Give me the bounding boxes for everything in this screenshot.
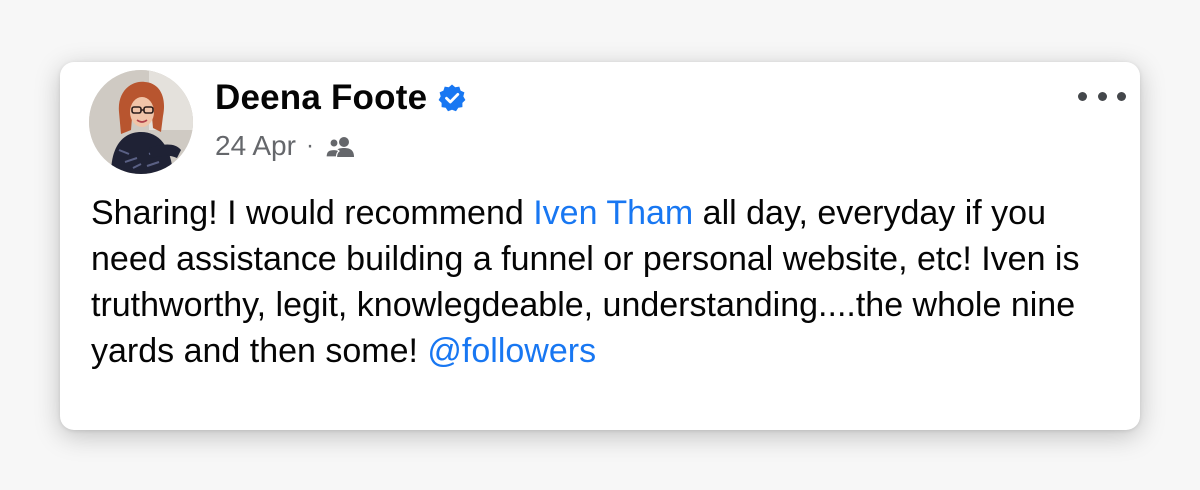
more-options-icon <box>1078 91 1087 101</box>
post-text-segment: Sharing! I would recommend <box>91 194 534 232</box>
more-options-icon-dot <box>1117 91 1126 101</box>
avatar[interactable] <box>89 70 193 174</box>
page-background: Deena Foote 24 Apr · Sharing! I would re… <box>0 0 1200 490</box>
verified-badge-icon <box>437 83 467 113</box>
post-date[interactable]: 24 Apr <box>215 130 296 162</box>
mention-link[interactable]: Iven Tham <box>533 194 693 232</box>
more-options-icon-dot <box>1097 91 1107 101</box>
author-row: Deena Foote <box>215 76 467 120</box>
post-card: Deena Foote 24 Apr · Sharing! I would re… <box>60 62 1140 430</box>
meta-separator: · <box>305 132 314 159</box>
post-body: Sharing! I would recommend Iven Tham all… <box>91 190 1131 374</box>
post-meta: 24 Apr · <box>215 128 358 164</box>
profile-photo <box>89 70 193 174</box>
author-name[interactable]: Deena Foote <box>215 78 427 118</box>
friends-icon[interactable] <box>324 134 358 158</box>
followers-mention-link[interactable]: @followers <box>427 332 596 370</box>
more-options-button[interactable] <box>1078 82 1126 110</box>
